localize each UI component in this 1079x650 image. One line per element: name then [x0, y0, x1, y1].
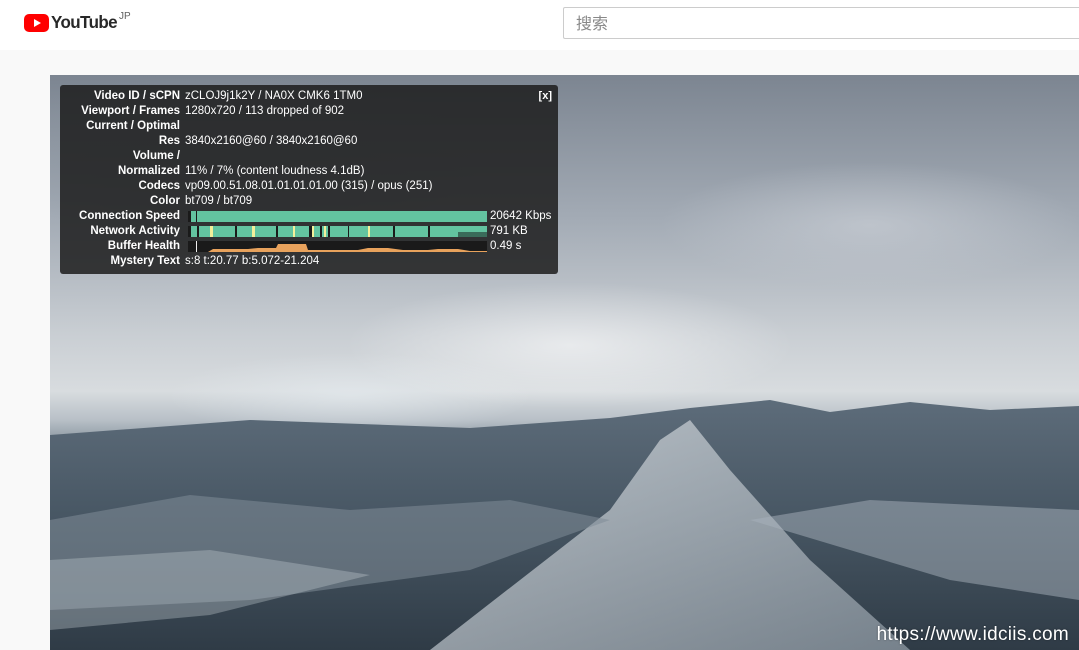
network-activity-graph	[188, 226, 487, 237]
masthead: YouTube JP	[0, 0, 1079, 50]
stats-label: Volume /	[132, 150, 180, 162]
youtube-play-icon	[24, 14, 49, 32]
youtube-logo[interactable]: YouTube JP	[24, 10, 131, 34]
network-activity-value: 791 KB	[490, 225, 528, 237]
stats-label: Res	[158, 135, 180, 147]
stats-value: 1280x720 / 113 dropped of 902	[185, 105, 345, 117]
stats-row-viewport: Viewport / Frames 1280x720 / 113 dropped…	[60, 104, 558, 119]
stats-label: Color	[149, 195, 180, 207]
stats-row-connection-speed: Connection Speed 20642 Kbps	[60, 209, 558, 224]
stats-row-video-id: Video ID / sCPN zCLOJ9j1k2Y / NA0X CMK6 …	[60, 89, 558, 104]
connection-speed-graph	[188, 211, 487, 222]
watermark-text: https://www.idciis.com	[876, 624, 1069, 645]
connection-speed-value: 20642 Kbps	[490, 210, 552, 222]
stats-row-mystery-text: Mystery Text s:8 t:20.77 b:5.072-21.204	[60, 254, 558, 269]
stats-row-codecs: Codecs vp09.00.51.08.01.01.01.01.00 (315…	[60, 179, 558, 194]
stats-label: Viewport / Frames	[81, 105, 180, 117]
stats-row-volume: Volume /	[60, 149, 558, 164]
region-code: JP	[119, 10, 131, 22]
logo-text: YouTube	[51, 12, 118, 33]
stats-label: Connection Speed	[79, 210, 180, 222]
stats-row-res: Res 3840x2160@60 / 3840x2160@60	[60, 134, 558, 149]
stats-value: zCLOJ9j1k2Y / NA0X CMK6 1TM0	[185, 90, 363, 102]
stats-label: Codecs	[138, 180, 180, 192]
stats-value: 11% / 7% (content loudness 4.1dB)	[185, 165, 365, 177]
stats-label: Mystery Text	[110, 255, 180, 267]
stats-value: bt709 / bt709	[185, 195, 253, 207]
stats-label: Normalized	[118, 165, 180, 177]
buffer-health-value: 0.49 s	[490, 240, 522, 252]
stats-label: Network Activity	[90, 225, 180, 237]
stats-row-buffer-health: Buffer Health 0.49 s	[60, 239, 558, 254]
video-frame	[50, 400, 1079, 650]
stats-label: Video ID / sCPN	[93, 90, 180, 102]
stats-value: 3840x2160@60 / 3840x2160@60	[185, 135, 358, 147]
stats-row-color: Color bt709 / bt709	[60, 194, 558, 209]
stats-label: Buffer Health	[107, 240, 180, 252]
stats-label: Current / Optimal	[86, 120, 180, 132]
search-input[interactable]	[564, 8, 1079, 38]
stats-for-nerds-panel: [x] Video ID / sCPN zCLOJ9j1k2Y / NA0X C…	[60, 85, 558, 274]
stats-row-normalized: Normalized 11% / 7% (content loudness 4.…	[60, 164, 558, 179]
buffer-health-graph	[188, 241, 487, 252]
search-box[interactable]	[563, 7, 1079, 39]
stats-value: s:8 t:20.77 b:5.072-21.204	[185, 255, 320, 267]
stats-row-network-activity: Network Activity 791 KB	[60, 224, 558, 239]
stats-value: vp09.00.51.08.01.01.01.01.00 (315) / opu…	[185, 180, 433, 192]
stats-row-current-optimal: Current / Optimal	[60, 119, 558, 134]
